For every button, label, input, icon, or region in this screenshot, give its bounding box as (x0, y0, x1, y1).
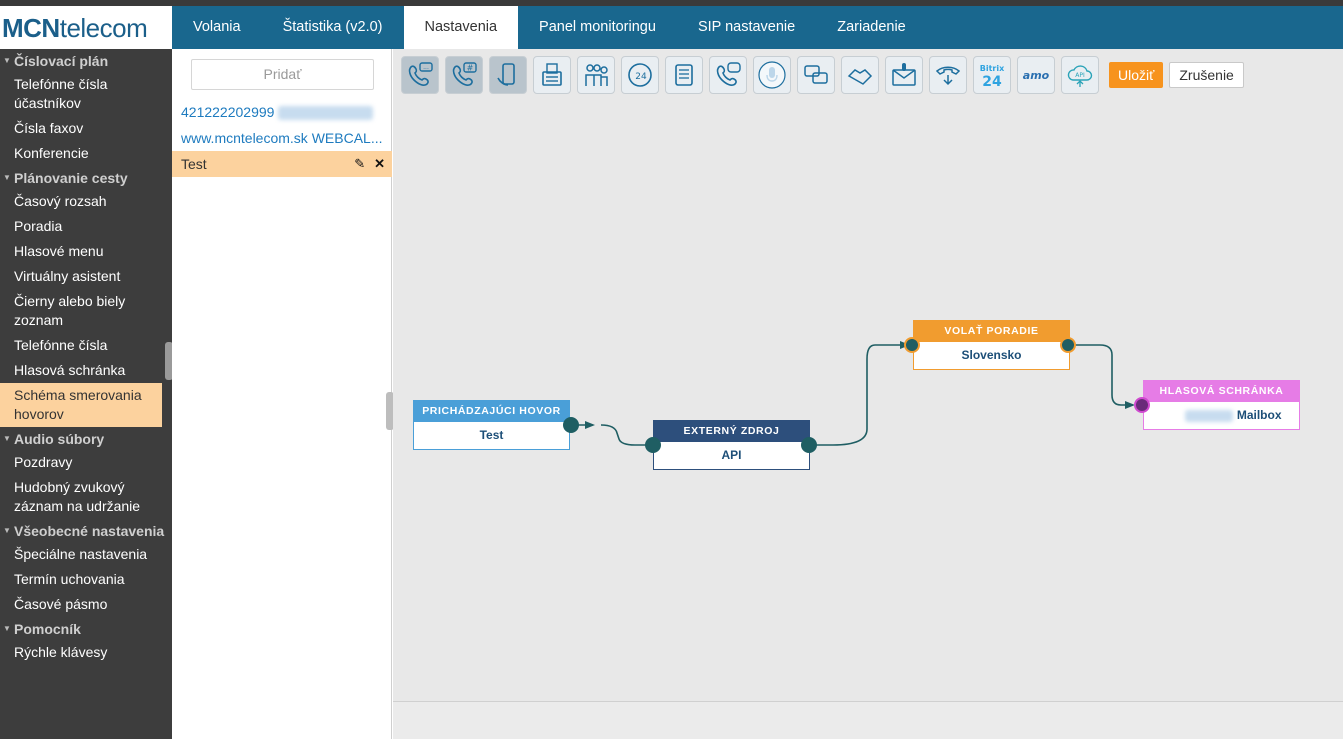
redacted-text (1185, 409, 1234, 422)
svg-text:#: # (467, 64, 474, 73)
sidebar-section-planovanie-cesty[interactable]: ▼ Plánovanie cesty (0, 166, 172, 189)
flow-toolbar: ... # 24 Bitrix 24 amo API Uložiť Zrušeni… (401, 56, 1244, 94)
connection-queue-voicemail (1069, 344, 1135, 409)
sidebar: ▼ Číslovací plán Telefónne čísla účastník… (0, 49, 172, 739)
caret-down-icon: ▼ (3, 526, 11, 535)
output-port[interactable] (801, 437, 817, 453)
node-value: API (721, 448, 742, 462)
nav-sip-nastavenie[interactable]: SIP nastavenie (677, 6, 816, 49)
app-root: MCNtelecom Volania Štatistika (v2.0) Nas… (0, 0, 1343, 739)
phone-download-icon[interactable] (929, 56, 967, 94)
microphone-icon[interactable] (753, 56, 791, 94)
flow-node-external-source[interactable]: EXTERNÝ ZDROJ API (653, 420, 810, 470)
scroll-doc-icon[interactable] (665, 56, 703, 94)
pencil-icon[interactable]: ✎ (354, 151, 365, 177)
svg-text:amo: amo (1023, 69, 1050, 82)
add-button[interactable]: Pridať (191, 59, 374, 90)
sidebar-item-telefonne-cisla[interactable]: Telefónne čísla (0, 333, 172, 358)
mobile-call-icon[interactable] (489, 56, 527, 94)
call-speech-icon[interactable] (709, 56, 747, 94)
sidebar-item-poradia[interactable]: Poradia (0, 214, 172, 239)
flow-canvas[interactable]: ... # 24 Bitrix 24 amo API Uložiť Zrušeni… (393, 49, 1343, 701)
cancel-button[interactable]: Zrušenie (1169, 62, 1244, 88)
bitrix24-icon[interactable]: Bitrix 24 (973, 56, 1011, 94)
caret-down-icon: ▼ (3, 173, 11, 182)
redacted-text (278, 106, 374, 121)
sidebar-item-telefonne-cisla-ucastnikov[interactable]: Telefónne čísla účastníkov (0, 72, 172, 116)
nav-panel-monitoringu[interactable]: Panel monitoringu (518, 6, 677, 49)
sidebar-item-pozdravy[interactable]: Pozdravy (0, 450, 172, 475)
svg-text:24: 24 (982, 74, 1002, 90)
call-hash-icon[interactable]: # (445, 56, 483, 94)
sidebar-item-schema-smerovania[interactable]: Schéma smerovania hovorov (0, 383, 162, 427)
svg-text:API: API (1075, 72, 1085, 79)
node-value: Mailbox (1144, 402, 1299, 429)
caret-down-icon: ▼ (3, 434, 11, 443)
nav-zariadenie[interactable]: Zariadenie (816, 6, 927, 49)
sidebar-item-cisla-faxov[interactable]: Čísla faxov (0, 116, 172, 141)
sidebar-item-casove-pasmo[interactable]: Časové pásmo (0, 592, 172, 617)
caret-down-icon: ▼ (3, 624, 11, 633)
sidebar-item-casovy-rozsah[interactable]: Časový rozsah (0, 189, 172, 214)
clock-24-icon[interactable]: 24 (621, 56, 659, 94)
logo-text: MCNtelecom (2, 13, 148, 43)
nav-nastavenia[interactable]: Nastavenia (403, 6, 519, 49)
queue-people-icon[interactable] (577, 56, 615, 94)
sidebar-item-rychle-klavesy[interactable]: Rýchle klávesy (0, 640, 172, 665)
node-title: PRICHÁDZAJÚCI HOVOR (414, 401, 569, 422)
sidebar-section-pomocnik[interactable]: ▼ Pomocník (0, 617, 172, 640)
save-button[interactable]: Uložiť (1109, 62, 1164, 88)
scheme-list-panel: Pridať 421222202999 www.mcntelecom.sk WE… (172, 49, 392, 739)
flow-node-voicemail[interactable]: HLASOVÁ SCHRÁNKA Mailbox (1143, 380, 1300, 430)
logo[interactable]: MCNtelecom (0, 6, 172, 49)
connection-external-queue (809, 341, 910, 446)
nav-statistika[interactable]: Štatistika (v2.0) (262, 6, 404, 49)
sidebar-section-audio-subory[interactable]: ▼ Audio súbory (0, 427, 172, 450)
canvas-footer (393, 701, 1343, 739)
flow-node-call-queue[interactable]: VOLAŤ PORADIE Slovensko (913, 320, 1070, 370)
list-item-active[interactable]: Test ✎ ✕ (172, 151, 392, 177)
amo-icon[interactable]: amo (1017, 56, 1055, 94)
list-item[interactable]: 421222202999 (172, 99, 392, 125)
flow-node-incoming-call[interactable]: PRICHÁDZAJÚCI HOVOR Test (413, 400, 570, 450)
sidebar-item-hlasova-schranka[interactable]: Hlasová schránka (0, 358, 172, 383)
caret-down-icon: ▼ (3, 56, 11, 65)
sidebar-item-konferencie[interactable]: Konferencie (0, 141, 172, 166)
handshake-icon[interactable] (841, 56, 879, 94)
node-title: EXTERNÝ ZDROJ (654, 421, 809, 442)
api-cloud-icon[interactable]: API (1061, 56, 1099, 94)
mail-voice-icon[interactable] (885, 56, 923, 94)
list-item-actions: ✎ ✕ (354, 151, 385, 177)
flow-connections (571, 341, 1135, 446)
chat-bubbles-icon[interactable] (797, 56, 835, 94)
output-port[interactable] (563, 417, 579, 433)
nav-volania[interactable]: Volania (172, 6, 262, 49)
sidebar-item-cierny-biely-zoznam[interactable]: Čierny alebo biely zoznam (0, 289, 172, 333)
main-nav: Volania Štatistika (v2.0) Nastavenia Pan… (172, 6, 927, 49)
sidebar-item-hlasove-menu[interactable]: Hlasové menu (0, 239, 172, 264)
svg-text:...: ... (423, 64, 429, 71)
fax-icon[interactable] (533, 56, 571, 94)
node-value: Test (479, 428, 504, 442)
node-value: Slovensko (961, 348, 1022, 362)
close-icon[interactable]: ✕ (374, 151, 385, 177)
input-port[interactable] (1134, 397, 1150, 413)
call-message-icon[interactable]: ... (401, 56, 439, 94)
sidebar-section-vseobecne-nastavenia[interactable]: ▼ Všeobecné nastavenia (0, 519, 172, 542)
input-port[interactable] (904, 337, 920, 353)
node-title: VOLAŤ PORADIE (914, 321, 1069, 342)
sidebar-section-cislovaci-plan[interactable]: ▼ Číslovací plán (0, 49, 172, 72)
output-port[interactable] (1060, 337, 1076, 353)
svg-text:24: 24 (635, 72, 647, 82)
list-item[interactable]: www.mcntelecom.sk WEBCAL... (172, 125, 392, 151)
svg-text:Bitrix: Bitrix (980, 64, 1005, 73)
sidebar-item-termin-uchovania[interactable]: Termín uchovania (0, 567, 172, 592)
node-title: HLASOVÁ SCHRÁNKA (1144, 381, 1299, 402)
sidebar-item-hudobny-zaznam[interactable]: Hudobný zvukový záznam na udržanie (0, 475, 172, 519)
sidebar-item-virtualny-asistent[interactable]: Virtuálny asistent (0, 264, 172, 289)
sidebar-item-specialne-nastavenia[interactable]: Špeciálne nastavenia (0, 542, 172, 567)
input-port[interactable] (645, 437, 661, 453)
